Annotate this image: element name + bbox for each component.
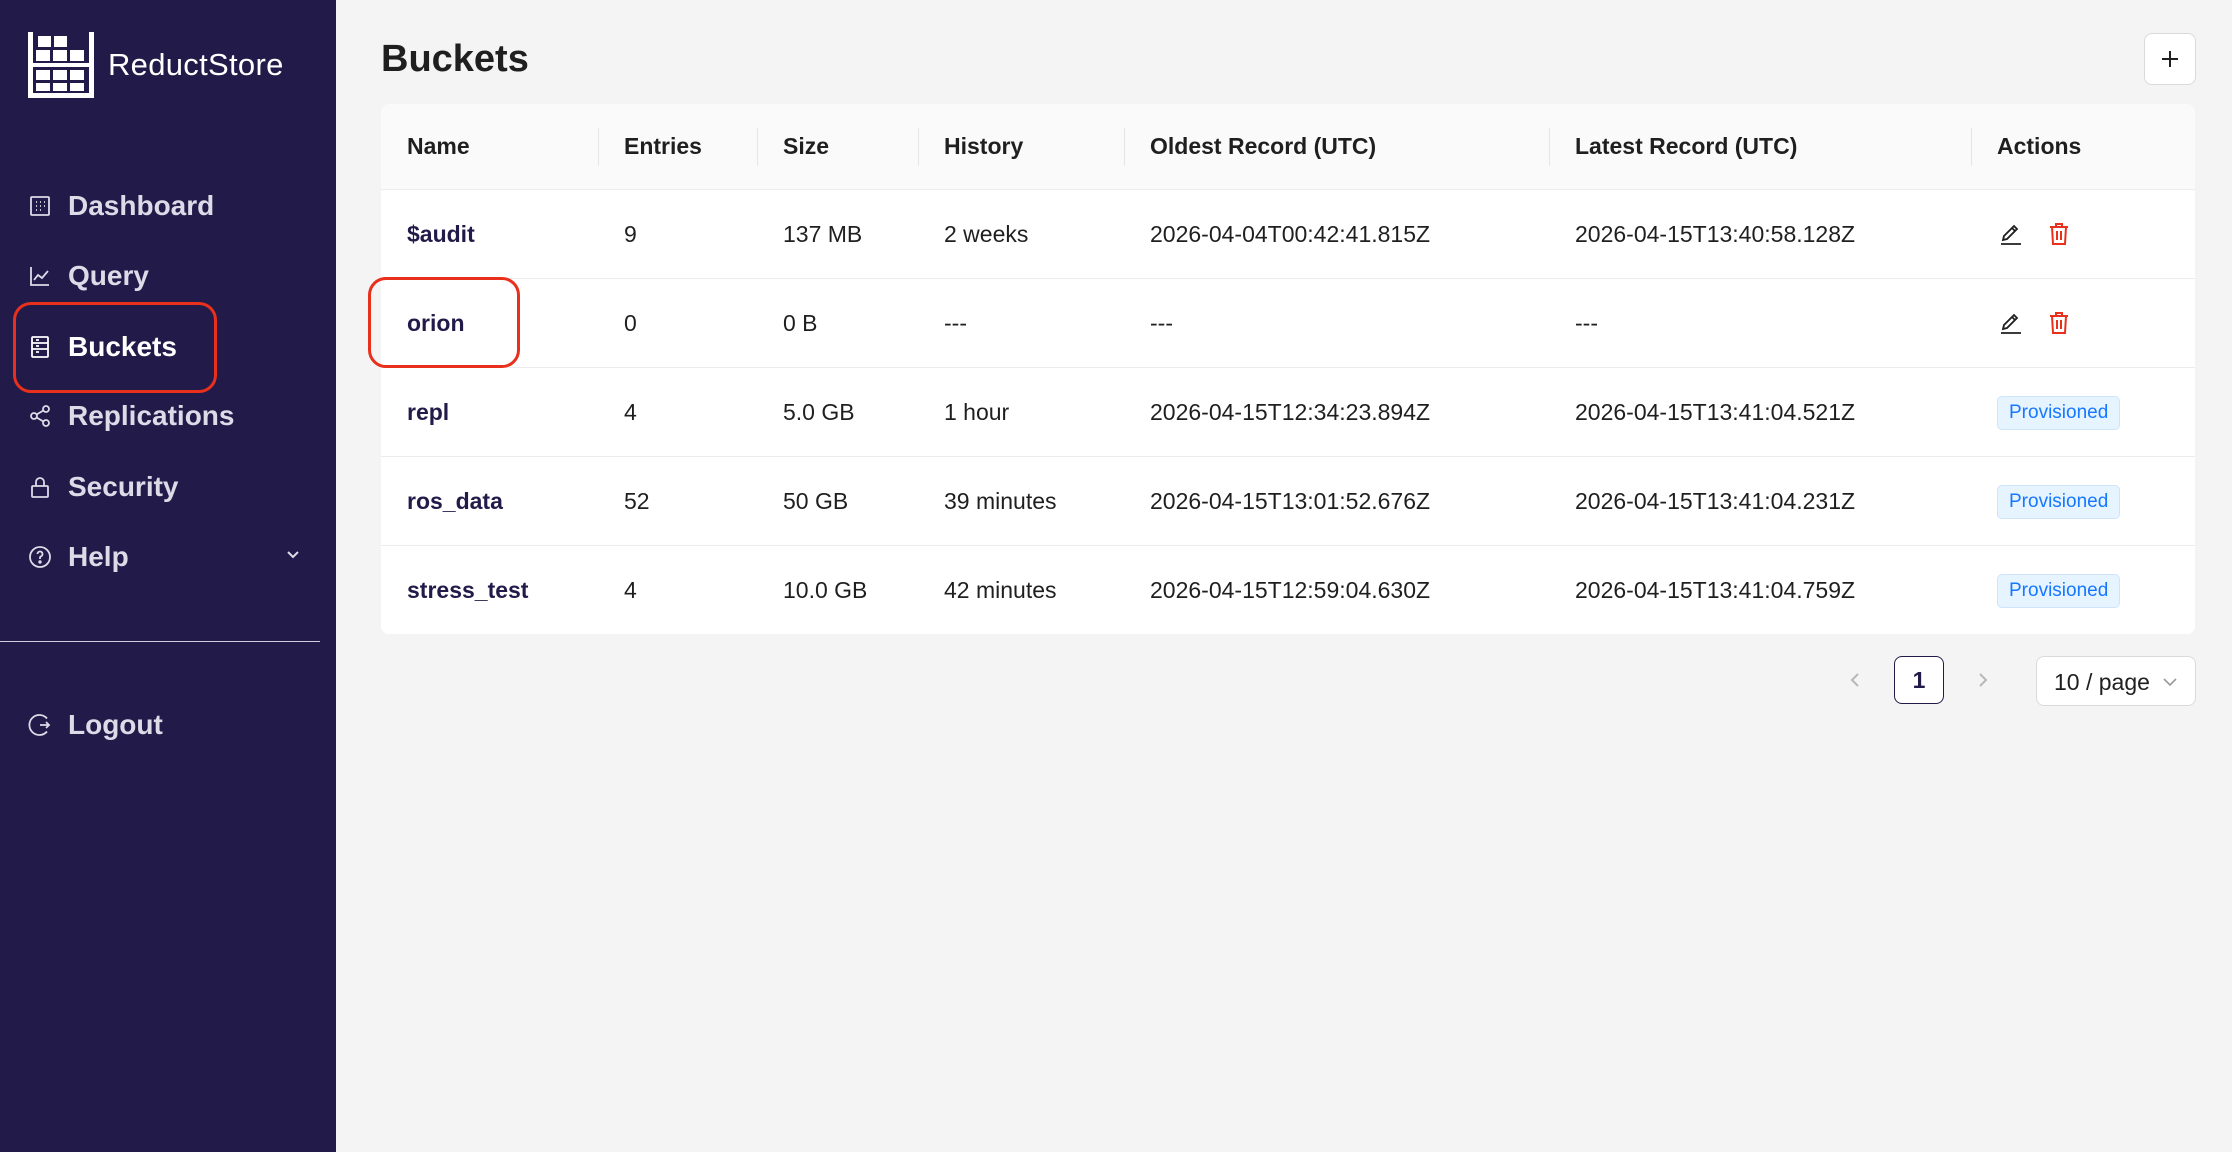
sidebar-item-label: Help [68, 541, 129, 572]
edit-icon[interactable] [1997, 309, 2025, 337]
chart-line-icon [28, 264, 52, 288]
column-header-size[interactable]: Size [783, 104, 829, 189]
latest-record-cell: --- [1575, 310, 1598, 336]
oldest-record-cell: 2026-04-15T12:34:23.894Z [1150, 399, 1431, 425]
column-header-actions: Actions [1997, 133, 2082, 159]
latest-record-cell: 2026-04-15T13:40:58.128Z [1575, 221, 1856, 247]
size-cell: 0 B [783, 310, 818, 336]
edit-icon[interactable] [1997, 220, 2025, 248]
bucket-name-link[interactable]: stress_test [407, 546, 528, 634]
sidebar-item-label: Buckets [68, 331, 177, 362]
provisioned-badge: Provisioned [1997, 485, 2121, 519]
column-divider [1549, 128, 1550, 166]
plus-icon [2162, 51, 2178, 67]
table-row[interactable]: orion 0 0 B --- --- --- [381, 279, 2195, 368]
sidebar-item-logout[interactable]: Logout [28, 709, 163, 741]
delete-icon[interactable] [2045, 220, 2073, 248]
column-header-name[interactable]: Name [407, 104, 470, 189]
size-cell: 10.0 GB [783, 577, 868, 603]
page-size-select[interactable]: 10 / page [2036, 656, 2196, 706]
buckets-table: Name Entries Size History Oldest Record … [381, 104, 2195, 634]
sidebar-item-label: Security [68, 471, 179, 502]
entries-cell: 52 [624, 488, 650, 514]
question-circle-icon [28, 545, 52, 569]
chevron-down-icon [2163, 678, 2177, 687]
history-cell: 2 weeks [944, 221, 1029, 247]
bucket-name-link[interactable]: ros_data [407, 457, 503, 545]
logout-icon [28, 713, 52, 737]
oldest-record-cell: 2026-04-04T00:42:41.815Z [1150, 221, 1431, 247]
oldest-record-cell: 2026-04-15T12:59:04.630Z [1150, 577, 1431, 603]
sidebar-item-query[interactable]: Query [28, 260, 149, 292]
column-header-latest-record[interactable]: Latest Record (UTC) [1575, 104, 1797, 189]
column-divider [757, 128, 758, 166]
column-divider [598, 128, 599, 166]
entries-cell: 4 [624, 577, 637, 603]
column-header-history[interactable]: History [944, 104, 1023, 189]
sidebar-item-label: Dashboard [68, 190, 215, 221]
column-divider [1971, 128, 1972, 166]
share-icon [28, 404, 52, 428]
page-size-value: 10 / page [2054, 669, 2150, 695]
sidebar-divider [0, 641, 320, 642]
history-cell: 39 minutes [944, 488, 1057, 514]
bucket-name-link[interactable]: $audit [407, 190, 475, 278]
size-cell: 50 GB [783, 488, 849, 514]
table-row[interactable]: stress_test 4 10.0 GB 42 minutes 2026-04… [381, 546, 2195, 634]
dashboard-icon [28, 194, 52, 218]
history-cell: --- [944, 310, 967, 336]
sidebar-item-label: Query [68, 260, 149, 291]
pagination-prev-icon[interactable] [1843, 666, 1867, 694]
pagination-next-icon[interactable] [1971, 666, 1995, 694]
sidebar-item-replications[interactable]: Replications [28, 400, 234, 432]
entries-cell: 0 [624, 310, 637, 336]
reductstore-logo-icon [28, 32, 94, 98]
brand[interactable]: ReductStore [26, 30, 284, 100]
history-cell: 42 minutes [944, 577, 1057, 603]
sidebar-item-label: Replications [68, 400, 235, 431]
column-header-oldest-record[interactable]: Oldest Record (UTC) [1150, 104, 1376, 189]
latest-record-cell: 2026-04-15T13:41:04.231Z [1575, 488, 1856, 514]
table-row[interactable]: $audit 9 137 MB 2 weeks 2026-04-04T00:42… [381, 190, 2195, 279]
table-row[interactable]: ros_data 52 50 GB 39 minutes 2026-04-15T… [381, 457, 2195, 546]
latest-record-cell: 2026-04-15T13:41:04.521Z [1575, 399, 1856, 425]
sidebar-item-label: Logout [68, 709, 163, 740]
provisioned-badge: Provisioned [1997, 396, 2121, 430]
delete-icon[interactable] [2045, 309, 2073, 337]
sidebar: ReductStore Dashboard Query Buckets Repl… [0, 0, 336, 1152]
oldest-record-cell: --- [1150, 310, 1173, 336]
latest-record-cell: 2026-04-15T13:41:04.759Z [1575, 577, 1856, 603]
entries-cell: 4 [624, 399, 637, 425]
table-row[interactable]: repl 4 5.0 GB 1 hour 2026-04-15T12:34:23… [381, 368, 2195, 457]
column-divider [918, 128, 919, 166]
entries-cell: 9 [624, 221, 637, 247]
sidebar-item-buckets[interactable]: Buckets [28, 331, 177, 363]
bucket-name-link[interactable]: orion [407, 279, 465, 367]
sidebar-item-dashboard[interactable]: Dashboard [28, 190, 214, 222]
add-bucket-button[interactable] [2144, 33, 2196, 85]
brand-name: ReductStore [108, 47, 284, 82]
lock-icon [28, 475, 52, 499]
bucket-name-link[interactable]: repl [407, 368, 449, 456]
pagination-page-button[interactable]: 1 [1894, 656, 1944, 704]
history-cell: 1 hour [944, 399, 1010, 425]
column-header-entries[interactable]: Entries [624, 104, 702, 189]
chevron-down-icon[interactable] [284, 546, 302, 564]
database-icon [28, 335, 52, 359]
sidebar-item-help[interactable]: Help [28, 541, 129, 573]
sidebar-item-security[interactable]: Security [28, 471, 179, 503]
size-cell: 5.0 GB [783, 399, 855, 425]
size-cell: 137 MB [783, 221, 863, 247]
column-divider [1124, 128, 1125, 166]
provisioned-badge: Provisioned [1997, 574, 2121, 608]
page-title: Buckets [381, 38, 529, 80]
table-header: Name Entries Size History Oldest Record … [381, 104, 2195, 190]
oldest-record-cell: 2026-04-15T13:01:52.676Z [1150, 488, 1431, 514]
